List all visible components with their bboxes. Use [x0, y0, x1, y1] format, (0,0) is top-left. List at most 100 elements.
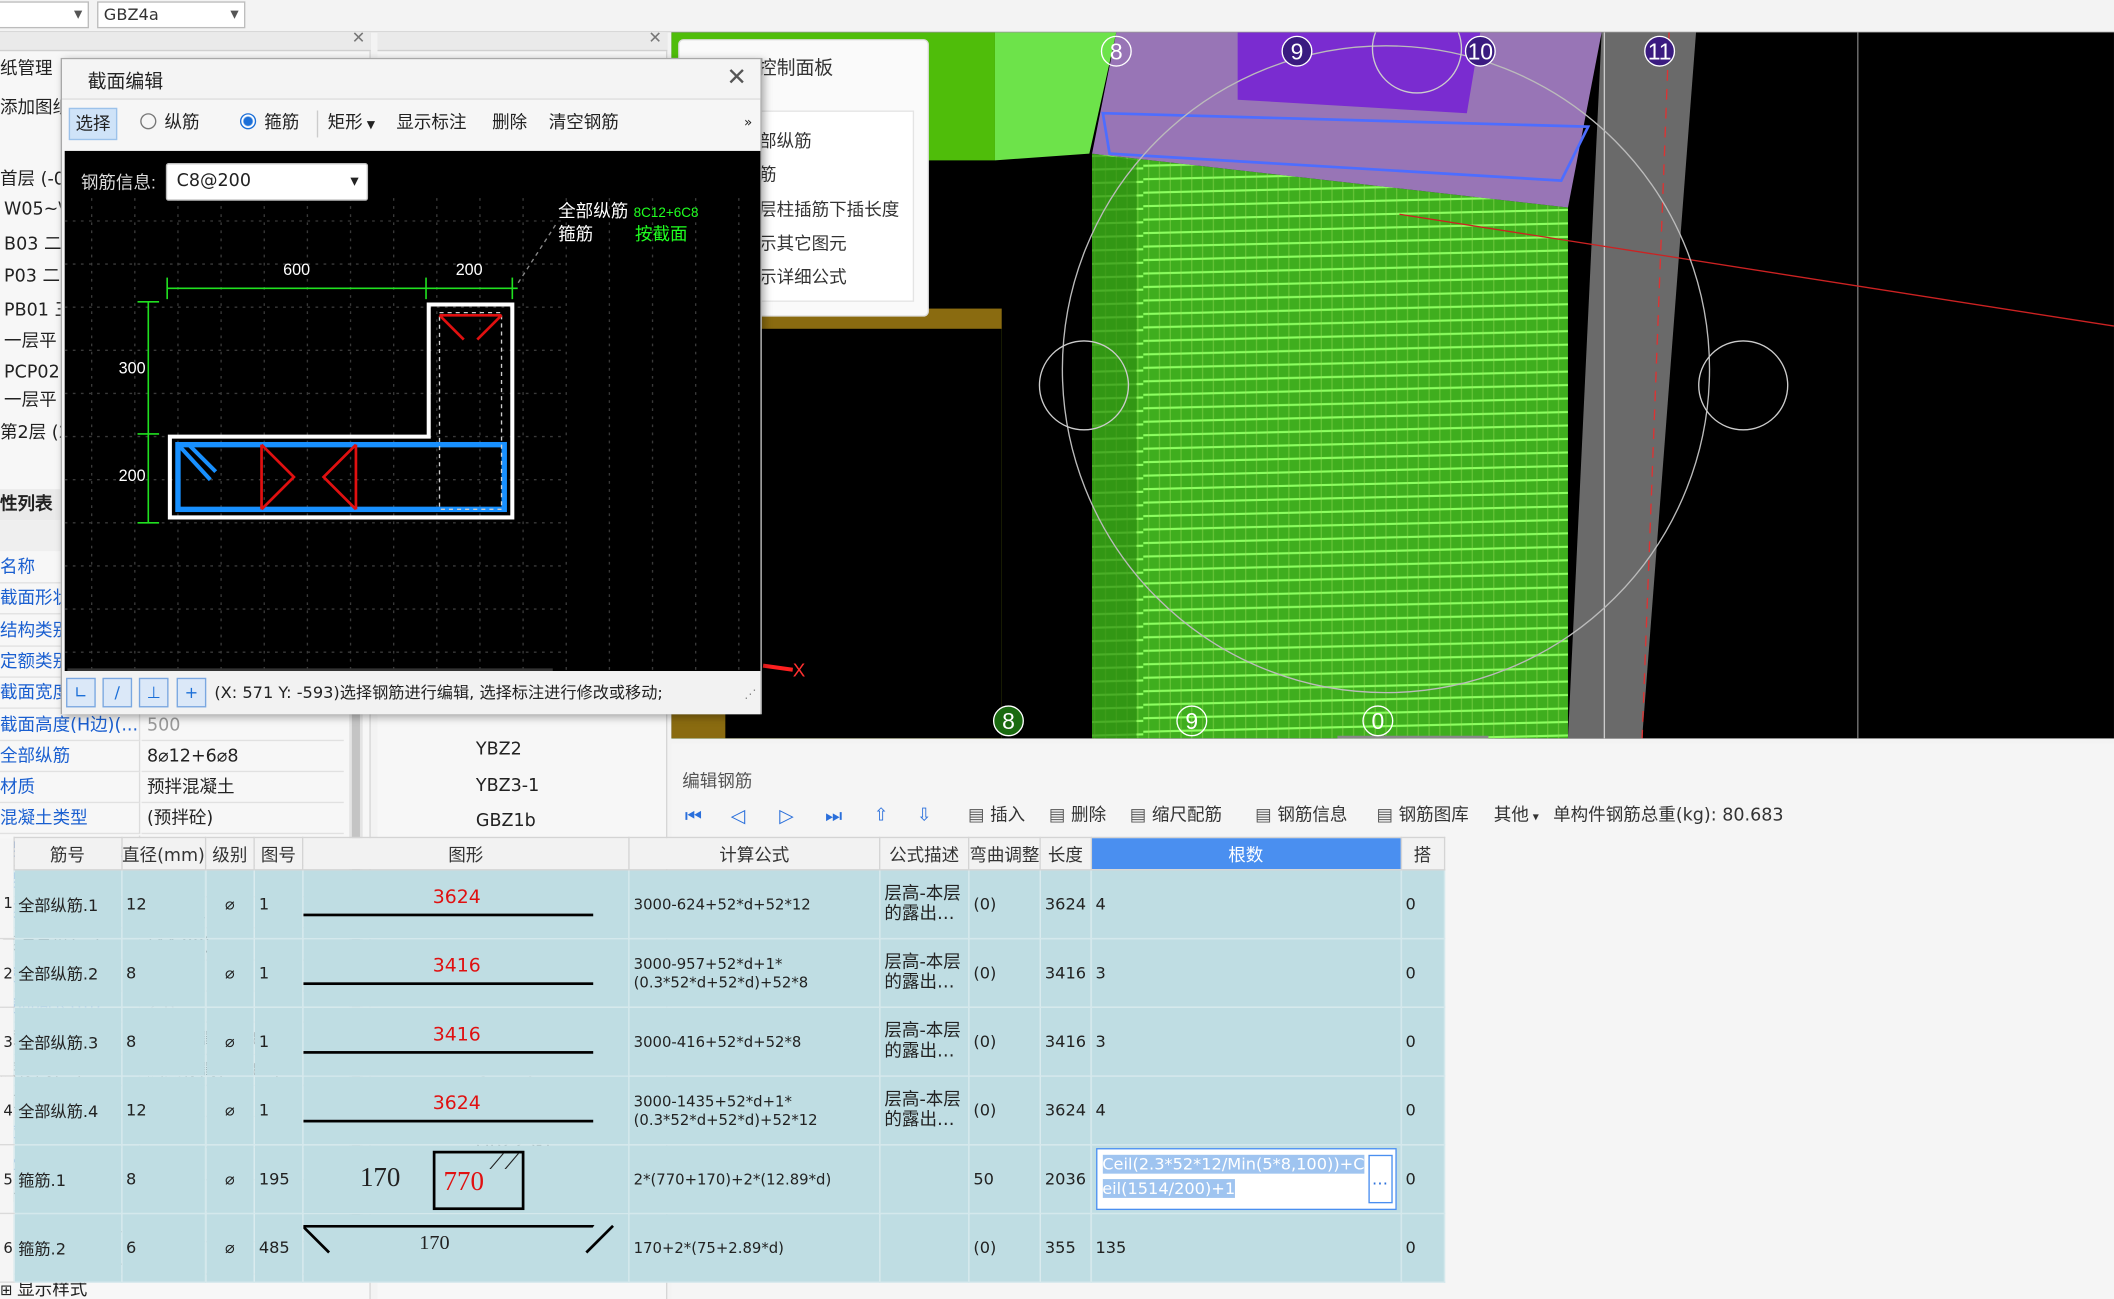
cell-count[interactable]: 4	[1090, 869, 1402, 940]
floor-combo[interactable]: ▼	[0, 1, 89, 29]
cell-grade[interactable]: ⌀	[204, 1212, 255, 1283]
cell-desc[interactable]	[879, 1144, 970, 1215]
cell-shape[interactable]: 3624	[301, 1075, 630, 1146]
cell-desc[interactable]: 层高-本层的露出…	[879, 1006, 970, 1077]
cell-formula[interactable]: 3000-624+52*d+52*12	[628, 869, 881, 940]
cell-lap[interactable]: 0	[1400, 937, 1445, 1008]
cell-adj[interactable]: (0)	[967, 1006, 1041, 1077]
cell-count[interactable]: 3	[1090, 1006, 1402, 1077]
header-cell[interactable]: 公式描述	[879, 836, 970, 871]
cell-fig[interactable]: 195	[253, 1144, 304, 1215]
select-tool-button[interactable]: 选择	[68, 107, 118, 141]
toolbar-button[interactable]: ▤ 删除	[1049, 798, 1106, 836]
cell-formula[interactable]: 3000-416+52*d+52*8	[628, 1006, 881, 1077]
add-point-icon[interactable]: +	[176, 677, 207, 708]
cell-desc[interactable]: 层高-本层的露出…	[879, 869, 970, 940]
cell-len[interactable]: 2036	[1039, 1144, 1092, 1215]
header-cell[interactable]: 计算公式	[628, 836, 881, 871]
cell-formula[interactable]: 3000-1435+52*d+1*(0.3*52*d+52*d)+52*12	[628, 1075, 881, 1146]
header-cell[interactable]: 筋号	[12, 836, 123, 871]
perpendicular-snap-icon[interactable]: ⊥	[138, 677, 169, 708]
cell-len[interactable]: 3624	[1039, 1075, 1092, 1146]
cell-formula[interactable]: 3000-957+52*d+1*(0.3*52*d+52*d)+52*8	[628, 937, 881, 1008]
table-row[interactable]: 4 全部纵筋.4 12 ⌀ 1 3624 3000-1435+52*d+1*(0.3*52*…	[0, 1075, 1445, 1146]
count-formula-editor[interactable]: Ceil(2.3*52*12/Min(5*8,100))+Ceil(1514/2…	[1095, 1148, 1397, 1211]
cell-grade[interactable]: ⌀	[204, 869, 255, 940]
table-row[interactable]: 1 全部纵筋.1 12 ⌀ 1 3624 3000-624+52*d+52*12 层高-本层的…	[0, 869, 1445, 940]
cell-shape[interactable]: 3416	[301, 1006, 630, 1077]
cell-adj[interactable]: 50	[967, 1144, 1041, 1215]
last-record-icon[interactable]: ⏭	[825, 798, 842, 836]
control-option[interactable]: 示详细公式	[759, 263, 847, 288]
cell-len[interactable]: 3416	[1039, 937, 1092, 1008]
table-row[interactable]: 3 全部纵筋.3 8 ⌀ 1 3416 3000-416+52*d+52*8 层高-本层的露出…	[0, 1006, 1445, 1077]
cell-lap[interactable]: 0	[1400, 1212, 1445, 1283]
section-canvas[interactable]: 钢筋信息: 全部纵筋 8C12+6C8 箍筋 按截面 600 200 300 2…	[64, 150, 761, 672]
first-record-icon[interactable]: ⏮	[685, 798, 702, 836]
cell-lap[interactable]: 0	[1400, 1075, 1445, 1146]
show-dims-button[interactable]: 显示标注	[396, 105, 466, 143]
header-cell[interactable]: 直径(mm)	[120, 836, 207, 871]
cell-desc[interactable]: 层高-本层的露出…	[879, 937, 970, 1008]
cell-len[interactable]: 3624	[1039, 869, 1092, 940]
toolbar-button[interactable]: ▤ 钢筋图库	[1377, 798, 1469, 836]
cell-dia[interactable]: 8	[120, 937, 207, 1008]
next-record-icon[interactable]: ▷	[779, 798, 794, 836]
delete-button[interactable]: 删除	[492, 105, 527, 143]
cell-adj[interactable]: (0)	[967, 937, 1041, 1008]
table-row[interactable]: 6 箍筋.2 6 ⌀ 485 170 170+2*(75+2.89*d) (0) 355 135 0	[0, 1212, 1445, 1283]
cell-grade[interactable]: ⌀	[204, 1144, 255, 1215]
table-row[interactable]: 5 箍筋.1 8 ⌀ 195 170 770 ⟋⟋ 2*(770+170)+2*(12.89*d…	[0, 1144, 1445, 1215]
cell-lap[interactable]: 0	[1400, 1006, 1445, 1077]
toolbar-button[interactable]: ▤ 插入	[968, 798, 1025, 836]
header-cell[interactable]: 图号	[253, 836, 304, 871]
cell-dia[interactable]: 8	[120, 1144, 207, 1215]
close-icon[interactable]: ✕	[648, 28, 662, 47]
cell-grade[interactable]: ⌀	[204, 1075, 255, 1146]
cell-count[interactable]: 4	[1090, 1075, 1402, 1146]
control-option[interactable]: 层柱插筋下插长度	[759, 195, 899, 220]
cell-fig[interactable]: 1	[253, 937, 304, 1008]
cell-formula[interactable]: 2*(770+170)+2*(12.89*d)	[628, 1144, 881, 1215]
cell-shape[interactable]: 3624	[301, 869, 630, 940]
section-drawing[interactable]: 钢筋信息: 全部纵筋 8C12+6C8 箍筋 按截面 600 200 300 2…	[64, 151, 761, 672]
prev-record-icon[interactable]: ◁	[731, 798, 746, 836]
toolbar-button[interactable]: 其他 ▾	[1494, 798, 1539, 837]
control-option[interactable]: 部纵筋	[759, 127, 812, 152]
clear-rebar-button[interactable]: 清空钢筋	[549, 105, 619, 143]
toolbar-button[interactable]: ▤ 钢筋信息	[1255, 798, 1347, 836]
cell-dia[interactable]: 12	[120, 869, 207, 940]
close-icon[interactable]: ✕	[727, 63, 747, 91]
shape-dropdown[interactable]: 矩形 ▼	[328, 105, 375, 144]
component-item[interactable]: GBZ1b	[472, 807, 540, 837]
close-icon[interactable]: ✕	[352, 28, 366, 47]
cell-fig[interactable]: 1	[253, 1006, 304, 1077]
cell-fig[interactable]: 1	[253, 1075, 304, 1146]
cell-fig[interactable]: 1	[253, 869, 304, 940]
cell-count[interactable]: 3	[1090, 937, 1402, 1008]
cell-dia[interactable]: 8	[120, 1006, 207, 1077]
cell-fig[interactable]: 485	[253, 1212, 304, 1283]
control-option[interactable]: 示其它图元	[759, 229, 847, 254]
resize-grip-icon[interactable]: ⋰	[744, 674, 756, 717]
cell-shape[interactable]: 3416	[301, 937, 630, 1008]
header-cell[interactable]: 级别	[204, 836, 255, 871]
toolbar-button[interactable]: ▤ 缩尺配筋	[1130, 798, 1222, 836]
expand-icon[interactable]: ⊞	[0, 1281, 17, 1299]
cell-lap[interactable]: 0	[1400, 1144, 1445, 1215]
cell-dia[interactable]: 12	[120, 1075, 207, 1146]
component-item[interactable]: YBZ3-1	[472, 772, 543, 802]
component-item[interactable]: YBZ2	[472, 736, 526, 766]
table-row[interactable]: 2 全部纵筋.2 8 ⌀ 1 3416 3000-957+52*d+1*(0.3*52*d+…	[0, 937, 1445, 1008]
ortho-snap-icon[interactable]: ∟	[66, 677, 96, 708]
cell-adj[interactable]: (0)	[967, 1075, 1041, 1146]
ellipsis-button[interactable]: …	[1367, 1154, 1393, 1204]
move-down-icon[interactable]: ⇩	[917, 798, 932, 836]
cell-adj[interactable]: (0)	[967, 869, 1041, 940]
cell-count[interactable]: Ceil(2.3*52*12/Min(5*8,100))+Ceil(1514/2…	[1090, 1144, 1402, 1215]
cell-grade[interactable]: ⌀	[204, 937, 255, 1008]
cell-len[interactable]: 355	[1039, 1212, 1092, 1283]
move-up-icon[interactable]: ⇧	[874, 798, 889, 836]
dialog-titlebar[interactable]: 截面编辑 ✕	[62, 59, 761, 100]
cell-formula[interactable]: 170+2*(75+2.89*d)	[628, 1212, 881, 1283]
